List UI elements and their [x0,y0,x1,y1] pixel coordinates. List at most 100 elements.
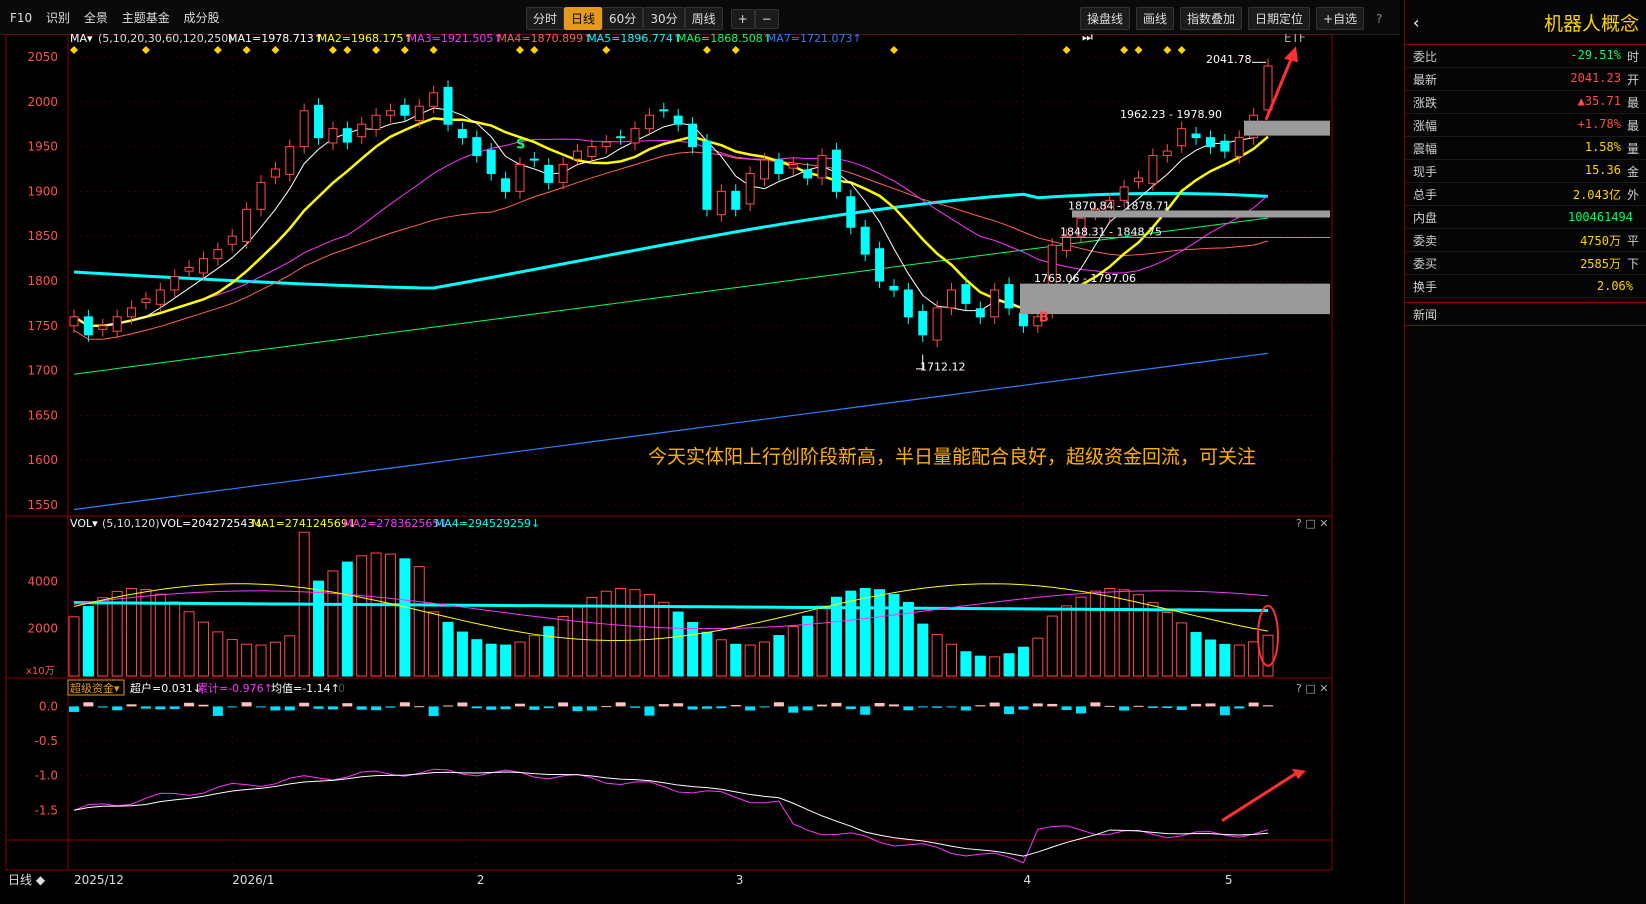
y-tick-label: 1800 [27,274,58,288]
volume-bar [917,623,929,677]
fund-bar [457,702,468,707]
top-toolbar: F10 识别 全景 主题基金 成分股 分时 日线 60分 30分 周线 + − 操盘线 画线指… [0,0,1400,44]
date-locate-button[interactable]: 日期定位 [1248,7,1311,30]
fund-bar [658,704,669,707]
candle [400,104,410,116]
signal-diamond [213,46,222,54]
volume-bar [255,644,267,677]
fund-bar [500,706,511,710]
volume-bar [931,634,943,677]
help-icon[interactable]: ? [1376,12,1382,26]
fund-title: 超级资金▾ [70,681,120,695]
candle [947,289,957,309]
candle [529,158,539,161]
ma-legend-item: MA7=1721.073↑ [767,34,862,45]
candle [932,307,942,341]
quote-value: 2041.23 [1570,70,1621,85]
quote-row: 涨幅 +1.78% 最 [1405,114,1646,137]
quote-extra: 平 [1626,233,1639,248]
volume-bar [485,643,497,677]
buy-marker: B [1039,310,1049,325]
volume-bar [715,639,727,677]
volume-bar [874,589,886,677]
fund-bar [802,706,813,711]
range-label: 1763.06 - 1797.06 [1034,272,1136,285]
fund-bar [586,706,597,711]
quote-row: 总手 2.043亿外 [1405,183,1646,206]
fund-bar [788,706,799,713]
zoom-in-button[interactable]: + [730,9,755,29]
chart-area[interactable]: 2050 2000 1950 1900 1850 1800 1750 1700 1650 1600… [0,34,1400,904]
fund-bar [673,703,684,707]
volume-bar [1104,587,1116,677]
operate-line-button[interactable]: 操盘线 [1080,7,1131,30]
y-tick-label: 1750 [27,319,58,333]
fund-bar [299,702,310,707]
volume-bar [1219,643,1231,677]
index-overlay-button[interactable]: 指数叠加 [1180,7,1243,30]
volume-bar [428,611,440,677]
volume-bar [183,611,195,677]
vol-legend-params: (5,10,120) [102,517,160,530]
fund-bar [241,702,252,707]
quote-extra: 时 [1626,49,1639,64]
volume-bar [615,588,627,677]
y-tick-label: 1950 [27,140,58,154]
zoom-out-button[interactable]: − [754,9,779,29]
volume-bar [212,631,224,677]
candle [587,146,597,157]
volume-bar [384,553,396,677]
fund-bar [428,706,439,717]
signal-diamond [372,46,381,54]
fund-bar [831,702,842,707]
quote-value: -29.51% [1570,47,1621,62]
candle [314,104,324,139]
candle [1162,150,1172,157]
volume-bar [269,641,281,677]
period-30m[interactable]: 30分 [643,7,685,30]
f10-button[interactable]: F10 [10,11,32,25]
fund-bar [313,706,324,709]
candle [630,128,640,144]
signal-diamond [1120,46,1129,54]
fund-bar [644,706,655,716]
period-weekly[interactable]: 周线 [684,7,723,30]
candle [342,128,352,143]
fund-bar [1032,703,1043,707]
theme-fund-button[interactable]: 主题基金 [122,11,170,25]
fund-bar [256,706,267,708]
range-box [1020,283,1330,315]
candle [414,105,424,122]
fund-legend-item: 0 [338,682,345,695]
watchlist-button[interactable]: +自选 [1316,7,1365,30]
panorama-button[interactable]: 全景 [84,11,108,25]
y-tick-label: 2050 [27,50,58,64]
candle [270,168,280,178]
period-daily[interactable]: 日线 [564,7,603,30]
fund-bar [198,704,209,707]
candle [558,164,568,183]
period-60m[interactable]: 60分 [602,7,644,30]
candle [429,92,439,107]
candle [774,159,784,174]
draw-line-button[interactable]: 画线 [1136,7,1175,30]
volume-bar [658,601,670,677]
signal-diamond [242,46,251,54]
candle [1062,235,1072,252]
constituents-button[interactable]: 成分股 [184,11,220,25]
quote-value: 2.043亿 [1572,187,1621,202]
news-tab[interactable]: 新闻 [1405,302,1646,326]
y-tick-label: 1600 [27,453,58,467]
identify-button[interactable]: 识别 [46,11,70,25]
volume-bar [989,656,1001,677]
vol-ma4-line [73,601,1269,612]
signal-diamond [429,46,438,54]
back-icon[interactable]: ‹ [1413,13,1419,32]
y-tick-label: -1.5 [35,803,58,817]
candle [644,114,654,130]
quote-value: 1.58% [1584,139,1621,154]
period-intraday[interactable]: 分时 [526,7,565,30]
fund-bar [284,706,295,711]
volume-bar [82,606,94,677]
x-tick-label: 3 [736,873,744,887]
